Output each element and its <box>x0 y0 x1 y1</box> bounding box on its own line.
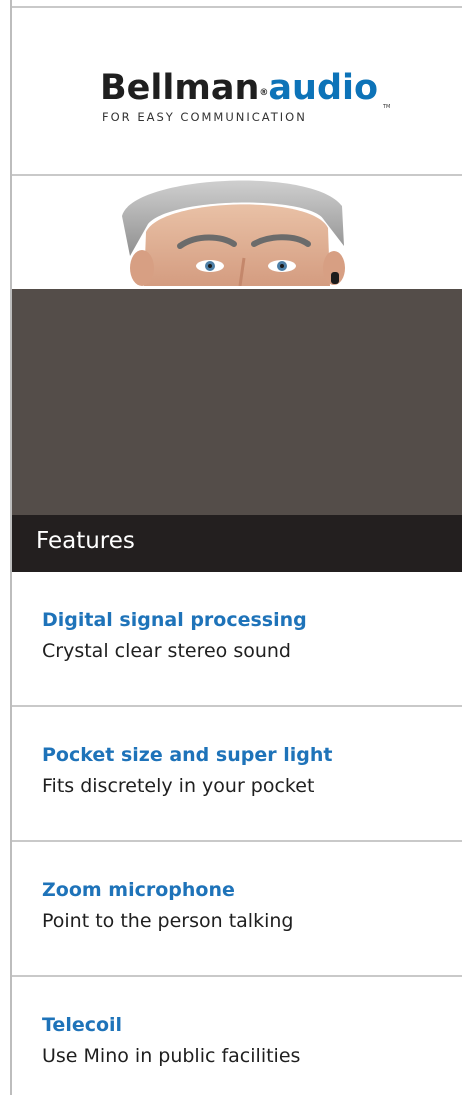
feature-title: Pocket size and super light <box>42 744 333 766</box>
logo-trademark: TM <box>383 104 391 110</box>
logo-name-part1: Bellman <box>100 68 260 108</box>
features-heading: Features <box>36 528 135 554</box>
logo-wordmark: Bellman®audio <box>100 68 378 108</box>
brand-header: Bellman®audio FOR EASY COMMUNICATION TM <box>12 8 462 176</box>
feature-item-telecoil: Telecoil Use Mino in public facilities <box>12 977 462 1112</box>
feature-title: Digital signal processing <box>42 609 307 631</box>
logo-registered-mark: ® <box>259 88 269 98</box>
portrait-illustration <box>122 180 345 286</box>
feature-description: Crystal clear stereo sound <box>42 640 291 662</box>
feature-item-zoom-microphone: Zoom microphone Point to the person talk… <box>12 842 462 977</box>
bellman-audio-logo[interactable]: Bellman®audio FOR EASY COMMUNICATION TM <box>100 68 390 130</box>
feature-item-digital-signal-processing: Digital signal processing Crystal clear … <box>12 572 462 707</box>
features-header-bar: Features <box>12 515 462 572</box>
feature-title: Zoom microphone <box>42 879 235 901</box>
feature-item-pocket-size: Pocket size and super light Fits discret… <box>12 707 462 842</box>
feature-description: Point to the person talking <box>42 910 294 932</box>
hero-dark-panel <box>12 289 462 515</box>
logo-name-part2: audio <box>268 68 379 108</box>
logo-tagline: FOR EASY COMMUNICATION <box>102 110 307 124</box>
feature-description: Use Mino in public facilities <box>42 1045 301 1067</box>
man-with-hearing-aid-photo <box>12 176 462 286</box>
feature-description: Fits discretely in your pocket <box>42 775 315 797</box>
product-panel: Bellman®audio FOR EASY COMMUNICATION TM <box>10 0 462 1095</box>
feature-title: Telecoil <box>42 1014 123 1036</box>
